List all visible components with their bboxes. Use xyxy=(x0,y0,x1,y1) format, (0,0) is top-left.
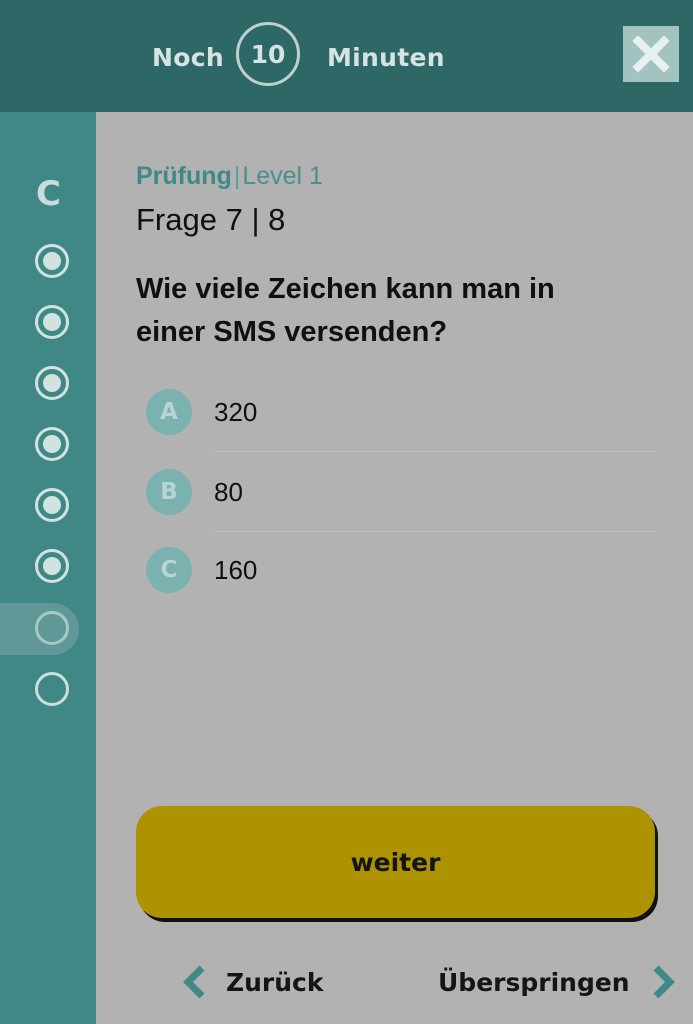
progress-dot-6 xyxy=(35,549,69,583)
answer-text: 80 xyxy=(214,477,243,507)
progress-dot-8 xyxy=(35,672,69,706)
progress-dot-5 xyxy=(35,488,69,522)
answer-text: 160 xyxy=(214,555,258,585)
answer-letter-badge: B xyxy=(146,469,192,515)
divider xyxy=(214,451,656,452)
next-button[interactable]: weiter xyxy=(136,806,655,918)
timer-suffix: Minuten xyxy=(327,43,445,72)
progress-dot-7 xyxy=(35,611,69,645)
section-letter: C xyxy=(36,174,61,214)
answer-option-c[interactable]: C 160 xyxy=(146,547,656,625)
progress-dot-3 xyxy=(35,366,69,400)
exam-title: Prüfung xyxy=(136,162,232,190)
answer-letter-badge: C xyxy=(146,547,192,593)
exam-separator: | xyxy=(233,162,241,190)
skip-label: Überspringen xyxy=(438,967,630,997)
question-text: Wie viele Zeichen kann man in einer SMS … xyxy=(136,273,555,348)
back-button[interactable]: Zurück xyxy=(180,962,324,1002)
progress-dot-1 xyxy=(35,244,69,278)
back-label: Zurück xyxy=(226,967,324,997)
progress-dot-2 xyxy=(35,305,69,339)
close-icon xyxy=(632,35,670,73)
question-panel: Prüfung|Level 1 Frage 7 | 8 Wie viele Ze… xyxy=(96,112,693,1024)
chevron-right-icon xyxy=(653,965,675,999)
timer-prefix: Noch xyxy=(152,43,224,72)
answer-option-b[interactable]: B 80 xyxy=(146,469,656,547)
answer-option-a[interactable]: A 320 xyxy=(146,389,656,467)
chevron-left-icon xyxy=(183,965,205,999)
answer-text: 320 xyxy=(214,397,258,427)
countdown-timer: Noch 10 Minuten xyxy=(0,0,693,112)
answer-letter-badge: A xyxy=(146,389,192,435)
skip-button[interactable]: Überspringen xyxy=(438,962,678,1002)
timer-minutes-circle: 10 xyxy=(236,22,300,86)
divider xyxy=(214,531,656,532)
question-number: Frage 7 | 8 xyxy=(136,202,286,237)
top-bar: Noch 10 Minuten xyxy=(0,0,693,112)
progress-dot-4 xyxy=(35,427,69,461)
progress-sidebar: C xyxy=(0,112,96,1024)
close-button[interactable] xyxy=(623,26,679,82)
exam-level: Level 1 xyxy=(242,162,323,190)
exam-header: Prüfung|Level 1 xyxy=(136,162,323,191)
